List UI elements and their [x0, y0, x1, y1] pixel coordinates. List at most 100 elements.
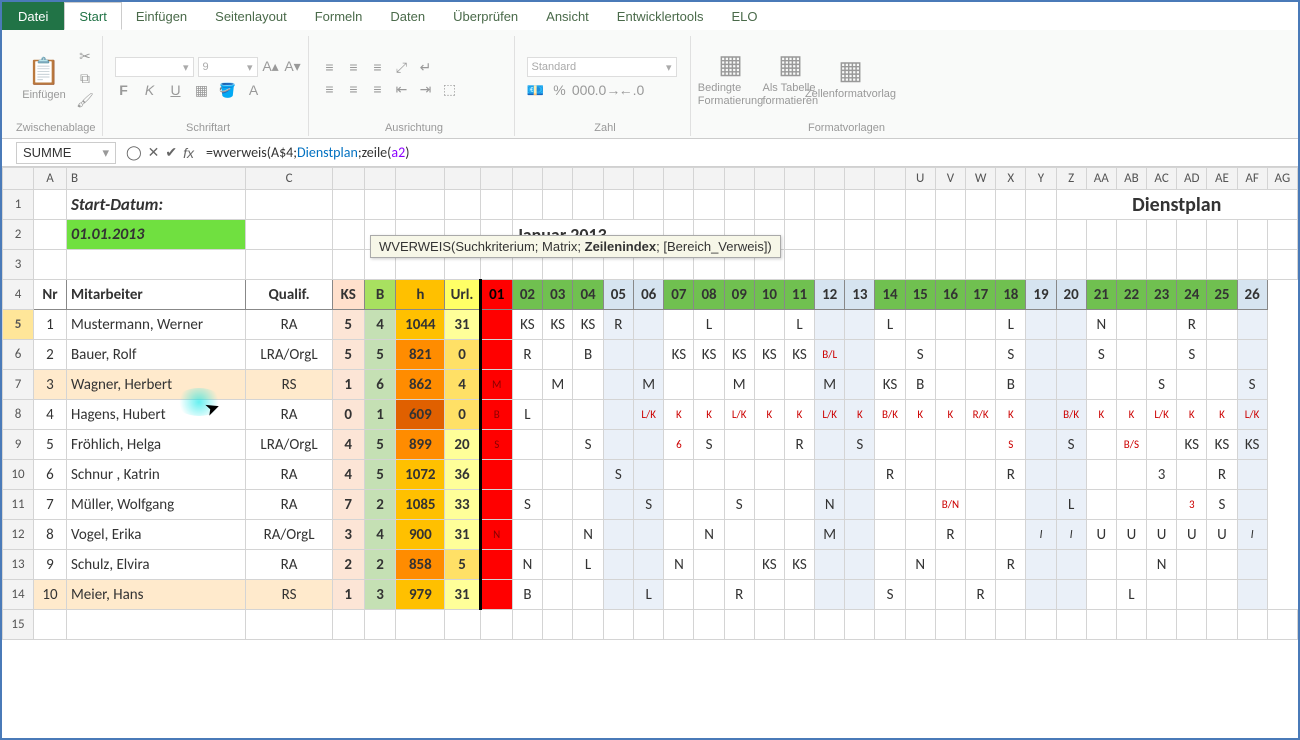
cell-day[interactable]	[905, 580, 935, 610]
cell-day[interactable]: KS	[512, 310, 542, 340]
cell-day[interactable]	[1177, 370, 1207, 400]
cell-b[interactable]: 2	[364, 550, 396, 580]
font-size-combo[interactable]: 9▾	[198, 57, 258, 77]
cell-day[interactable]	[1207, 310, 1237, 340]
cell-day[interactable]	[845, 460, 875, 490]
col-header[interactable]	[396, 168, 445, 190]
tab-layout[interactable]: Seitenlayout	[201, 2, 301, 30]
cell-nr[interactable]: 7	[33, 490, 66, 520]
cell-day[interactable]	[1237, 340, 1267, 370]
col-header[interactable]: AA	[1086, 168, 1116, 190]
cell-day[interactable]	[480, 550, 512, 580]
cell-day[interactable]	[724, 460, 754, 490]
cell-day[interactable]	[966, 370, 996, 400]
wrap-text-icon[interactable]: ↵	[417, 58, 435, 76]
cell-day[interactable]: B	[573, 340, 603, 370]
row-header[interactable]: 7	[3, 370, 34, 400]
cell-day[interactable]: KS	[754, 550, 784, 580]
col-header[interactable]	[445, 168, 480, 190]
cell-name[interactable]: Wagner, Herbert	[66, 370, 245, 400]
row-header[interactable]: 6	[3, 340, 34, 370]
merge-icon[interactable]: ⬚	[441, 80, 459, 98]
cell-day[interactable]: S	[845, 430, 875, 460]
col-header[interactable]	[875, 168, 905, 190]
cell-day[interactable]: R	[966, 580, 996, 610]
cell-day[interactable]: N	[1086, 310, 1116, 340]
cell-day[interactable]	[543, 520, 573, 550]
cell-day[interactable]: R	[935, 520, 965, 550]
fx-icon[interactable]: fx	[183, 145, 194, 161]
cell-day[interactable]	[1026, 340, 1056, 370]
cell-day[interactable]: L	[875, 310, 905, 340]
cell-day[interactable]: S	[1056, 430, 1086, 460]
row-header[interactable]: 11	[3, 490, 34, 520]
cell-url[interactable]: 0	[445, 400, 480, 430]
cell-day[interactable]	[512, 460, 542, 490]
formula-input[interactable]: =wverweis(A$4;Dienstplan;zeile(a2)	[200, 142, 1298, 163]
cell-day[interactable]	[664, 370, 694, 400]
cell-day[interactable]	[1147, 490, 1177, 520]
cell-day[interactable]	[603, 520, 633, 550]
cell-day[interactable]	[664, 490, 694, 520]
cell-day[interactable]	[543, 430, 573, 460]
cell-qualif[interactable]: RA/OrgL	[246, 520, 332, 550]
cell-nr[interactable]: 1	[33, 310, 66, 340]
cell-day[interactable]: KS	[1207, 430, 1237, 460]
cell-day[interactable]: K	[1177, 400, 1207, 430]
cell-day[interactable]: B/K	[875, 400, 905, 430]
cell-day[interactable]	[905, 310, 935, 340]
cell-day[interactable]	[875, 520, 905, 550]
cell-day[interactable]: 3	[1177, 490, 1207, 520]
cell-day[interactable]	[1116, 340, 1146, 370]
cell-day[interactable]: U	[1086, 520, 1116, 550]
cell-day[interactable]	[845, 580, 875, 610]
cell-ks[interactable]: 1	[332, 580, 364, 610]
cell-day[interactable]	[1207, 340, 1237, 370]
cell-day[interactable]	[845, 550, 875, 580]
conditional-formatting-button[interactable]: ▦ Bedingte Formatierung	[703, 42, 759, 114]
cell-day[interactable]	[634, 310, 664, 340]
cell-day[interactable]	[694, 490, 724, 520]
cell-day[interactable]: S	[694, 430, 724, 460]
cell-day[interactable]	[664, 520, 694, 550]
cell-day[interactable]	[694, 580, 724, 610]
row-header[interactable]: 5	[3, 310, 34, 340]
tab-formulas[interactable]: Formeln	[301, 2, 377, 30]
cell-day[interactable]	[754, 490, 784, 520]
cell-day[interactable]: B	[480, 400, 512, 430]
align-left-icon[interactable]: ≡	[321, 80, 339, 98]
cell-day[interactable]	[543, 460, 573, 490]
cell-day[interactable]: K	[935, 400, 965, 430]
cell-day[interactable]: B/K	[1056, 400, 1086, 430]
cell-day[interactable]	[996, 520, 1026, 550]
cell-ks[interactable]: 1	[332, 370, 364, 400]
select-all-corner[interactable]	[3, 168, 34, 190]
row-header[interactable]: 9	[3, 430, 34, 460]
cell-name[interactable]: Schnur , Katrin	[66, 460, 245, 490]
cell-qualif[interactable]: RA	[246, 460, 332, 490]
row-header[interactable]: 4	[3, 280, 34, 310]
cell-day[interactable]	[1086, 430, 1116, 460]
cell-h[interactable]: 862	[396, 370, 445, 400]
cell-day[interactable]	[543, 490, 573, 520]
cell-day[interactable]	[1147, 580, 1177, 610]
cell-day[interactable]	[966, 520, 996, 550]
cell-day[interactable]: K	[996, 400, 1026, 430]
cell-day[interactable]: L	[694, 310, 724, 340]
cell-nr[interactable]: 2	[33, 340, 66, 370]
cell-day[interactable]	[1116, 490, 1146, 520]
cell-day[interactable]: S	[1086, 340, 1116, 370]
cell-url[interactable]: 31	[445, 520, 480, 550]
inc-decimal-icon[interactable]: .0→	[599, 81, 617, 99]
cell-day[interactable]: M	[815, 520, 845, 550]
cell-day[interactable]: 6	[664, 430, 694, 460]
row-header[interactable]: 3	[3, 250, 34, 280]
col-header[interactable]	[543, 168, 573, 190]
cell-url[interactable]: 33	[445, 490, 480, 520]
cell-day[interactable]	[905, 430, 935, 460]
cell-day[interactable]	[815, 460, 845, 490]
cell-day[interactable]	[754, 430, 784, 460]
cell-day[interactable]: L	[784, 310, 814, 340]
col-header[interactable]	[603, 168, 633, 190]
cell-url[interactable]: 4	[445, 370, 480, 400]
